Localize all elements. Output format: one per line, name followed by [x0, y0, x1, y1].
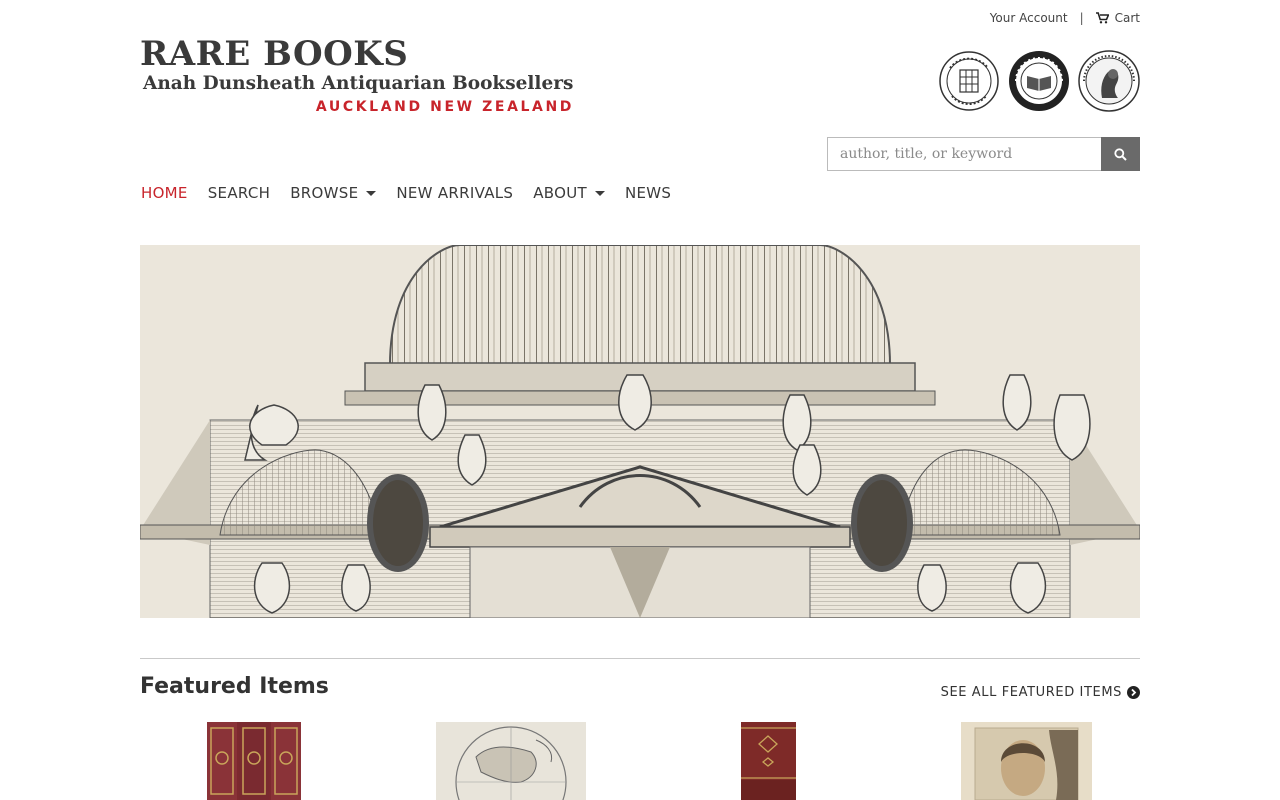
chevron-down-icon [595, 190, 605, 196]
chevron-down-icon [366, 190, 377, 196]
see-all-featured-link[interactable]: SEE ALL FEATURED ITEMS [941, 685, 1140, 700]
map-icon [436, 722, 586, 800]
logo-title: RARE BOOKS [140, 34, 409, 74]
cart-label: Cart [1114, 11, 1140, 25]
site-search [827, 137, 1140, 171]
utility-bar: Your Account | Cart [990, 11, 1140, 25]
search-icon [1114, 147, 1127, 161]
cart-link[interactable]: Cart [1095, 11, 1140, 25]
nav-about[interactable]: ABOUT [533, 184, 605, 202]
chevron-right-circle-icon [1127, 686, 1140, 699]
book-spine-icon [741, 722, 796, 800]
nav-home[interactable]: HOME [141, 184, 188, 202]
logo-location: AUCKLAND NEW ZEALAND [315, 99, 574, 115]
nav-browse[interactable]: BROWSE [290, 184, 377, 202]
nav-search[interactable]: SEARCH [208, 184, 271, 202]
cart-icon [1095, 12, 1109, 24]
nav-news-label: NEWS [625, 184, 672, 202]
nav-new-arrivals-label: NEW ARRIVALS [396, 184, 514, 202]
portrait-photo-icon [961, 722, 1092, 800]
nav-new-arrivals[interactable]: NEW ARRIVALS [396, 184, 513, 202]
ilab-seal-icon[interactable] [938, 48, 1000, 114]
main-nav: HOME SEARCH BROWSE NEW ARRIVALS ABOUT NE… [141, 184, 671, 202]
nav-home-label: HOME [141, 184, 188, 202]
nav-search-label: SEARCH [207, 184, 271, 202]
association-seals [938, 48, 1140, 114]
search-input[interactable] [827, 137, 1101, 171]
section-divider [140, 658, 1140, 659]
anzaab-seal-icon[interactable] [1078, 48, 1140, 114]
featured-item-4[interactable] [961, 722, 1092, 800]
nav-about-label: ABOUT [533, 184, 587, 202]
featured-item-3[interactable] [741, 722, 796, 800]
utility-separator: | [1079, 11, 1084, 25]
nav-browse-label: BROWSE [290, 184, 359, 202]
featured-item-2[interactable] [436, 722, 586, 800]
your-account-link[interactable]: Your Account [990, 11, 1068, 25]
site-logo[interactable]: RARE BOOKS Anah Dunsheath Antiquarian Bo… [140, 36, 580, 117]
nav-news[interactable]: NEWS [625, 184, 671, 202]
see-all-featured-label: SEE ALL FEATURED ITEMS [940, 685, 1122, 700]
featured-items-heading: Featured Items [140, 674, 329, 699]
building-engraving-image [140, 245, 1140, 618]
hero-banner[interactable] [140, 245, 1140, 618]
antiquarian-booksellers-association-seal-icon[interactable] [1008, 48, 1070, 114]
logo-subtitle: Anah Dunsheath Antiquarian Booksellers [143, 73, 574, 94]
book-set-icon [207, 722, 301, 800]
search-button[interactable] [1101, 137, 1140, 171]
featured-item-1[interactable] [207, 722, 301, 800]
